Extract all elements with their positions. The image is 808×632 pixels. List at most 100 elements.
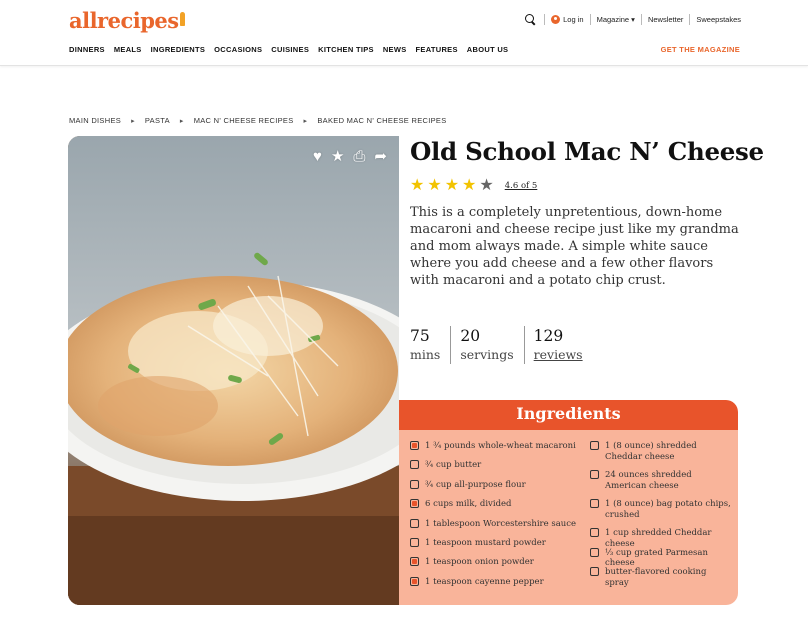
stat-reviews[interactable]: 129 reviews xyxy=(534,326,593,364)
checkbox[interactable] xyxy=(590,499,599,508)
ingredient-item[interactable]: 1 cup shredded Cheddar cheese xyxy=(590,528,732,549)
ingredient-text: ⅓ cup grated Parmesan cheese xyxy=(605,547,708,569)
ingredient-text: 1 (8 ounce) bag potato chips, crushed xyxy=(605,499,731,520)
recipe-photo: ♥ ★ ⎙ ➦ xyxy=(68,136,399,605)
main-nav: DINNERS MEALS INGREDIENTS OCCASIONS CUIS… xyxy=(69,45,517,54)
breadcrumb-mac-n-cheese[interactable]: MAC N' CHEESE RECIPES xyxy=(194,116,294,125)
breadcrumb-baked-mac-n-cheese[interactable]: BAKED MAC N' CHEESE RECIPES xyxy=(317,116,446,125)
nav-kitchen-tips[interactable]: KITCHEN TIPS xyxy=(318,45,374,54)
stat-reviews-value: 129 xyxy=(533,327,564,345)
rating: ★ ★ ★ ★ ★ 4.6 of 5 xyxy=(410,178,537,194)
checkbox[interactable] xyxy=(410,441,419,450)
recipe-stats: 75 mins 20 servings 129 reviews xyxy=(410,326,602,364)
divider xyxy=(589,14,591,25)
recipe-title: Old School Mac N’ Cheese xyxy=(410,137,764,166)
checkbox[interactable] xyxy=(410,499,419,509)
ingredient-text: 1 tablespoon Worcestershire sauce xyxy=(425,518,577,529)
checkbox[interactable] xyxy=(590,470,599,479)
checkbox[interactable] xyxy=(590,567,599,576)
ingredient-item[interactable]: 1 teaspoon cayenne pepper xyxy=(410,576,580,596)
nav-occasions[interactable]: OCCASIONS xyxy=(214,45,262,54)
magazine-menu[interactable]: Magazine ▾ xyxy=(597,15,635,24)
ingredient-text: 1 teaspoon cayenne pepper xyxy=(425,576,544,587)
print-icon[interactable]: ⎙ xyxy=(353,149,365,164)
rating-link[interactable]: 4.6 of 5 xyxy=(505,181,538,191)
star-filled-icon: ★ xyxy=(462,177,477,194)
nav-meals[interactable]: MEALS xyxy=(114,45,142,54)
ingredient-item[interactable]: 1 (8 ounce) shredded Cheddar cheese xyxy=(590,441,732,470)
top-utility-links: Log in Magazine ▾ Newsletter Sweepstakes xyxy=(525,14,741,25)
search-icon[interactable] xyxy=(525,14,536,25)
ingredient-text: ¾ cup butter xyxy=(425,460,482,471)
chevron-right-icon: ▸ xyxy=(131,117,135,125)
stat-time: 75 mins xyxy=(410,326,452,364)
ingredient-item[interactable]: ¾ cup butter xyxy=(410,460,580,479)
ingredient-text: 1 cup shredded Cheddar cheese xyxy=(605,528,712,549)
chevron-right-icon: ▸ xyxy=(179,117,184,125)
logo-text: allrecipes xyxy=(69,8,179,33)
recipe-description: This is a completely unpretentious, down… xyxy=(410,205,739,288)
stat-servings-value: 20 xyxy=(460,327,481,345)
ingredient-text: 1 ¾ pounds whole-wheat macaroni xyxy=(425,441,576,451)
stat-time-label: mins xyxy=(410,347,441,362)
checkbox[interactable] xyxy=(410,557,419,567)
sweepstakes-link[interactable]: Sweepstakes xyxy=(696,15,741,24)
breadcrumb-pasta[interactable]: PASTA xyxy=(145,116,170,125)
nav-cuisines[interactable]: CUISINES xyxy=(271,45,309,54)
star-filled-icon: ★ xyxy=(427,177,442,194)
user-icon xyxy=(551,15,561,24)
checkbox[interactable] xyxy=(590,528,599,537)
ingredient-text: 1 (8 ounce) shredded Cheddar cheese xyxy=(605,441,697,462)
photo-actions: ♥ ★ ⎙ ➦ xyxy=(313,149,387,164)
nav-about-us[interactable]: ABOUT US xyxy=(467,45,509,54)
reviews-link[interactable]: reviews xyxy=(534,346,583,364)
star-filled-icon: ★ xyxy=(410,177,425,194)
ingredient-text: 6 cups milk, divided xyxy=(425,499,512,510)
ingredient-item[interactable]: 6 cups milk, divided xyxy=(410,499,580,518)
checkbox[interactable] xyxy=(590,441,599,450)
ingredients-column-right: 1 (8 ounce) shredded Cheddar cheese 24 o… xyxy=(590,441,732,588)
ingredients-column-left: 1 ¾ pounds whole-wheat macaroni ¾ cup bu… xyxy=(410,441,580,596)
star-partial-icon: ★ xyxy=(479,177,494,194)
ingredient-item[interactable]: butter-flavored cooking spray xyxy=(590,567,732,588)
divider xyxy=(689,14,691,25)
ingredient-item[interactable]: 1 (8 ounce) bag potato chips, crushed xyxy=(590,499,732,528)
nav-features[interactable]: FEATURES xyxy=(416,45,458,54)
ingredient-item[interactable]: ¾ cup all-purpose flour xyxy=(410,479,580,499)
checkbox[interactable] xyxy=(590,547,599,557)
allrecipes-logo[interactable]: allrecipes xyxy=(69,8,185,33)
checkbox[interactable] xyxy=(410,537,419,547)
checkbox[interactable] xyxy=(410,518,419,528)
checkbox[interactable] xyxy=(410,460,419,470)
nav-dinners[interactable]: DINNERS xyxy=(69,45,105,54)
stat-time-value: 75 xyxy=(410,327,430,345)
ingredient-item[interactable]: 24 ounces shredded American cheese xyxy=(590,470,732,499)
divider xyxy=(640,14,642,25)
nav-ingredients[interactable]: INGREDIENTS xyxy=(151,45,206,54)
ingredient-text: ¾ cup all-purpose flour xyxy=(425,479,526,490)
ingredient-text: 24 ounces shredded American cheese xyxy=(605,470,692,491)
checkbox[interactable] xyxy=(410,479,419,489)
ingredient-item[interactable]: 1 teaspoon mustard powder xyxy=(410,537,580,557)
ingredient-item[interactable]: ⅓ cup grated Parmesan cheese xyxy=(590,547,732,569)
get-magazine-link[interactable]: GET THE MAGAZINE xyxy=(661,45,740,54)
checkbox[interactable] xyxy=(410,576,419,586)
ingredients-heading: Ingredients xyxy=(399,400,738,430)
share-icon[interactable]: ➦ xyxy=(374,149,387,164)
nav-news[interactable]: NEWS xyxy=(383,45,407,54)
login-link[interactable]: Log in xyxy=(563,15,583,24)
ingredient-text: 1 teaspoon onion powder xyxy=(425,557,534,568)
mac-and-cheese-image xyxy=(68,136,399,605)
breadcrumb: MAIN DISHES ▸ PASTA ▸ MAC N' CHEESE RECI… xyxy=(69,116,447,125)
ingredient-item[interactable]: 1 tablespoon Worcestershire sauce xyxy=(410,518,580,538)
star-icon[interactable]: ★ xyxy=(331,149,344,164)
stat-servings: 20 servings xyxy=(460,326,525,364)
stat-servings-label: servings xyxy=(460,347,514,362)
newsletter-link[interactable]: Newsletter xyxy=(648,15,683,24)
ingredient-item[interactable]: 1 ¾ pounds whole-wheat macaroni xyxy=(410,441,580,460)
heart-icon[interactable]: ♥ xyxy=(313,149,322,164)
ingredient-item[interactable]: 1 teaspoon onion powder xyxy=(410,557,580,576)
breadcrumb-main-dishes[interactable]: MAIN DISHES xyxy=(69,116,121,125)
chevron-right-icon: ▸ xyxy=(303,117,308,125)
ingredient-text: butter-flavored cooking spray xyxy=(605,567,707,588)
